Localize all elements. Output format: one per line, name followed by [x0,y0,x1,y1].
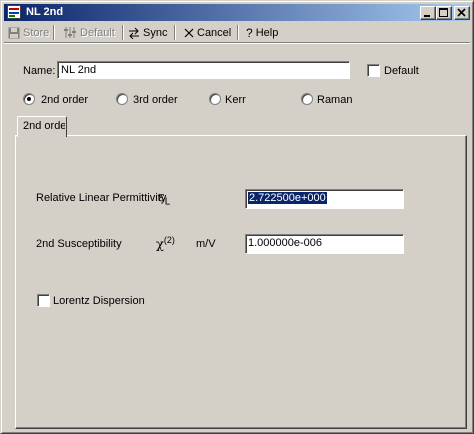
close-icon [457,8,466,17]
susceptibility-label: 2nd Susceptibility [36,238,122,250]
maximize-icon [439,8,448,17]
sync-button[interactable]: Sync [128,24,167,41]
epsilon-symbol: εL [158,190,171,208]
susceptibility-field[interactable]: 1.000000e-006 [245,234,404,254]
help-button[interactable]: ? Help [246,24,278,41]
name-input[interactable] [57,61,350,79]
tab-2nd-order[interactable]: 2nd order [17,116,67,137]
radio-3rd-order[interactable] [116,93,128,105]
cancel-button[interactable]: Cancel [184,24,231,41]
default-values-icon [64,27,76,38]
toolbar-separator [174,25,176,40]
chi-symbol: χ(2) [156,235,175,253]
tab-panel-2nd-order [15,135,467,429]
close-button[interactable] [454,6,470,20]
radio-kerr[interactable] [209,93,221,105]
floppy-disk-icon [8,27,20,38]
minimize-button[interactable] [420,6,436,20]
toolbar-separator [122,25,124,40]
question-mark-icon: ? [246,25,253,40]
toolbar: Store Default Sync Cancel ? Help [4,22,470,43]
radio-raman-label: Raman [317,94,353,106]
material-icon[interactable] [7,5,21,19]
lorentz-dispersion-checkbox[interactable] [37,294,50,307]
default-checkbox[interactable] [367,64,380,77]
toolbar-separator [53,25,55,40]
permittivity-value: 2.722500e+000 [248,192,327,204]
window-title: NL 2nd [26,6,64,18]
title-bar[interactable]: NL 2nd [4,4,470,21]
toolbar-separator [237,25,239,40]
sync-arrows-icon [129,27,139,39]
radio-3rd-order-label: 3rd order [133,94,178,106]
permittivity-field[interactable]: 2.722500e+000 [245,189,404,209]
cancel-x-icon [184,28,194,37]
permittivity-label: Relative Linear Permittivity [36,192,167,204]
name-label: Name: [23,65,56,77]
susceptibility-value: 1.000000e-006 [248,237,323,249]
default-checkbox-label: Default [384,65,419,77]
radio-raman[interactable] [301,93,313,105]
default-button[interactable]: Default [64,24,115,41]
radio-2nd-order-label: 2nd order [41,94,89,106]
tab-2nd-order-label: 2nd order [23,120,65,132]
radio-kerr-label: Kerr [225,94,246,106]
dialog-window: NL 2nd Store Default Sync Cancel ? Help … [0,0,474,434]
lorentz-dispersion-label: Lorentz Dispersion [53,295,145,307]
susceptibility-unit: m/V [196,238,216,250]
radio-2nd-order[interactable] [23,93,35,105]
maximize-button[interactable] [436,6,452,20]
store-button[interactable]: Store [8,24,49,41]
minimize-icon [424,15,430,17]
